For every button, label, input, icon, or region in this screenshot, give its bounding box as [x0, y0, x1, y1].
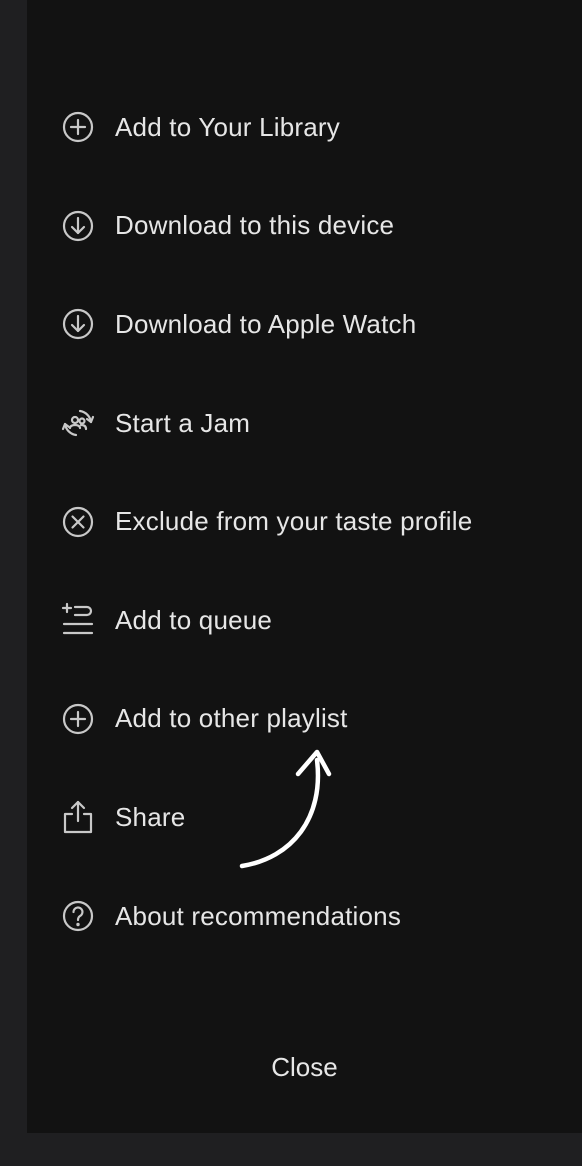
menu-item-label: Download to this device: [115, 210, 395, 241]
menu-item-download-watch[interactable]: Download to Apple Watch: [27, 275, 582, 374]
context-menu-sheet: Add to Your Library Download to this dev…: [27, 0, 582, 1133]
menu-item-about-recommendations[interactable]: About recommendations: [27, 867, 582, 966]
download-circle-icon: [60, 208, 96, 244]
menu-item-exclude-taste[interactable]: Exclude from your taste profile: [27, 472, 582, 571]
menu-item-start-jam[interactable]: Start a Jam: [27, 374, 582, 473]
menu-item-label: Start a Jam: [115, 407, 251, 438]
annotation-arrow: [239, 749, 332, 869]
queue-add-icon: [60, 602, 96, 638]
plus-circle-icon: [60, 701, 96, 737]
menu-item-add-to-library[interactable]: Add to Your Library: [27, 78, 582, 177]
close-button[interactable]: Close: [27, 1052, 582, 1083]
x-circle-icon: [60, 504, 96, 540]
menu-item-label: About recommendations: [115, 900, 402, 931]
question-circle-icon: [60, 898, 96, 934]
menu-item-label: Add to queue: [115, 604, 273, 635]
menu-item-download-device[interactable]: Download to this device: [27, 177, 582, 276]
menu-item-add-to-queue[interactable]: Add to queue: [27, 571, 582, 670]
menu-item-label: Exclude from your taste profile: [115, 506, 473, 537]
plus-circle-icon: [60, 109, 96, 145]
jam-icon: [60, 405, 96, 441]
menu-item-label: Download to Apple Watch: [115, 308, 417, 339]
menu-item-label: Share: [115, 801, 186, 832]
menu-item-label: Add to other playlist: [115, 703, 348, 734]
menu-item-label: Add to Your Library: [115, 111, 340, 142]
share-icon: [60, 799, 96, 835]
download-circle-icon: [60, 306, 96, 342]
